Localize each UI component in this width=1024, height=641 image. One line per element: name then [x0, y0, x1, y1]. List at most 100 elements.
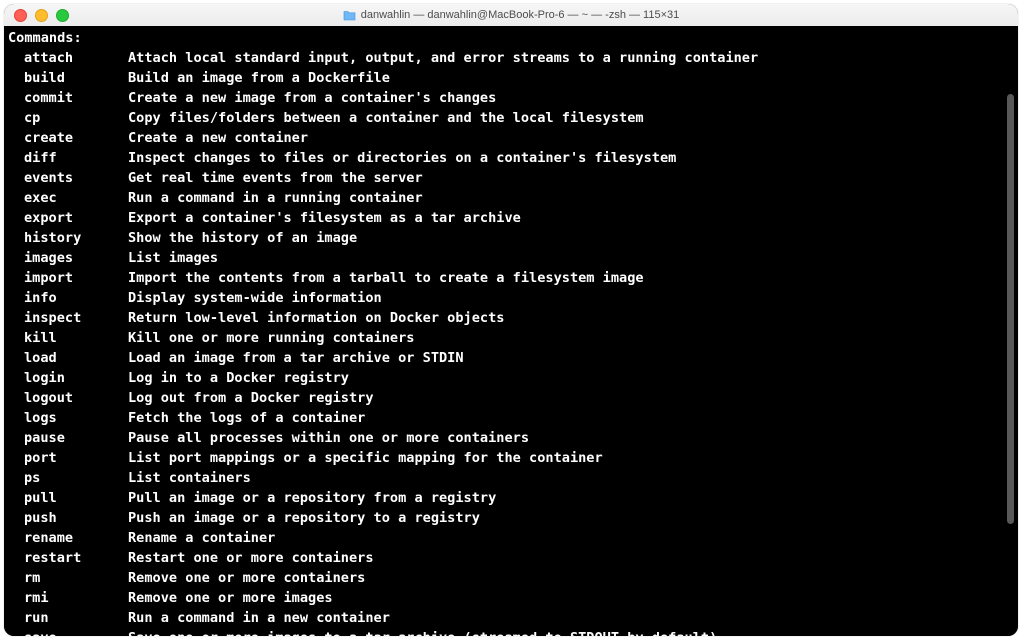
command-row: portList port mappings or a specific map… [8, 448, 1014, 468]
command-desc: List images [128, 248, 1014, 268]
command-name: restart [8, 548, 128, 568]
command-name: info [8, 288, 128, 308]
command-row: renameRename a container [8, 528, 1014, 548]
command-name: kill [8, 328, 128, 348]
window-title: danwahlin — danwahlin@MacBook-Pro-6 — ~ … [361, 9, 680, 21]
command-row: buildBuild an image from a Dockerfile [8, 68, 1014, 88]
command-name: exec [8, 188, 128, 208]
command-name: images [8, 248, 128, 268]
command-name: attach [8, 48, 128, 68]
command-row: diffInspect changes to files or director… [8, 148, 1014, 168]
command-name: pause [8, 428, 128, 448]
command-row: rmRemove one or more containers [8, 568, 1014, 588]
command-name: push [8, 508, 128, 528]
command-desc: Build an image from a Dockerfile [128, 68, 1014, 88]
command-row: killKill one or more running containers [8, 328, 1014, 348]
command-desc: Restart one or more containers [128, 548, 1014, 568]
command-name: import [8, 268, 128, 288]
command-row: eventsGet real time events from the serv… [8, 168, 1014, 188]
command-name: commit [8, 88, 128, 108]
command-row: psList containers [8, 468, 1014, 488]
command-name: rmi [8, 588, 128, 608]
terminal-window: danwahlin — danwahlin@MacBook-Pro-6 — ~ … [4, 4, 1018, 636]
command-name: export [8, 208, 128, 228]
command-row: pullPull an image or a repository from a… [8, 488, 1014, 508]
command-row: createCreate a new container [8, 128, 1014, 148]
commands-heading: Commands: [8, 28, 1014, 48]
command-row: rmiRemove one or more images [8, 588, 1014, 608]
command-desc: Run a command in a running container [128, 188, 1014, 208]
command-desc: Push an image or a repository to a regis… [128, 508, 1014, 528]
command-desc: Run a command in a new container [128, 608, 1014, 628]
command-row: loadLoad an image from a tar archive or … [8, 348, 1014, 368]
command-row: imagesList images [8, 248, 1014, 268]
command-name: port [8, 448, 128, 468]
command-desc: Pause all processes within one or more c… [128, 428, 1014, 448]
command-row: importImport the contents from a tarball… [8, 268, 1014, 288]
command-desc: Display system-wide information [128, 288, 1014, 308]
command-name: diff [8, 148, 128, 168]
command-row: logsFetch the logs of a container [8, 408, 1014, 428]
command-row: cpCopy files/folders between a container… [8, 108, 1014, 128]
titlebar[interactable]: danwahlin — danwahlin@MacBook-Pro-6 — ~ … [4, 4, 1018, 27]
command-name: build [8, 68, 128, 88]
command-desc: Log in to a Docker registry [128, 368, 1014, 388]
command-name: history [8, 228, 128, 248]
close-button[interactable] [14, 9, 27, 22]
command-name: events [8, 168, 128, 188]
command-row: pausePause all processes within one or m… [8, 428, 1014, 448]
command-desc: Get real time events from the server [128, 168, 1014, 188]
traffic-lights [4, 9, 69, 22]
command-desc: Copy files/folders between a container a… [128, 108, 1014, 128]
command-desc: Create a new container [128, 128, 1014, 148]
command-row: attachAttach local standard input, outpu… [8, 48, 1014, 68]
command-name: logout [8, 388, 128, 408]
command-name: rm [8, 568, 128, 588]
command-name: create [8, 128, 128, 148]
command-row: loginLog in to a Docker registry [8, 368, 1014, 388]
terminal-scroll[interactable]: Commands: attachAttach local standard in… [4, 26, 1018, 636]
command-row: exportExport a container's filesystem as… [8, 208, 1014, 228]
folder-icon [343, 10, 356, 21]
command-desc: Import the contents from a tarball to cr… [128, 268, 1014, 288]
command-desc: List port mappings or a specific mapping… [128, 448, 1014, 468]
command-desc: Log out from a Docker registry [128, 388, 1014, 408]
command-desc: Show the history of an image [128, 228, 1014, 248]
command-name: inspect [8, 308, 128, 328]
command-desc: Create a new image from a container's ch… [128, 88, 1014, 108]
command-name: rename [8, 528, 128, 548]
command-name: login [8, 368, 128, 388]
command-row: commitCreate a new image from a containe… [8, 88, 1014, 108]
command-desc: Load an image from a tar archive or STDI… [128, 348, 1014, 368]
command-desc: Remove one or more containers [128, 568, 1014, 588]
command-desc: Rename a container [128, 528, 1014, 548]
command-row: logoutLog out from a Docker registry [8, 388, 1014, 408]
command-desc: Remove one or more images [128, 588, 1014, 608]
command-row: runRun a command in a new container [8, 608, 1014, 628]
command-row: saveSave one or more images to a tar arc… [8, 628, 1014, 636]
command-name: run [8, 608, 128, 628]
command-desc: Export a container's filesystem as a tar… [128, 208, 1014, 228]
command-desc: Kill one or more running containers [128, 328, 1014, 348]
command-desc: Attach local standard input, output, and… [128, 48, 1014, 68]
command-name: load [8, 348, 128, 368]
command-row: execRun a command in a running container [8, 188, 1014, 208]
command-desc: Return low-level information on Docker o… [128, 308, 1014, 328]
command-desc: Inspect changes to files or directories … [128, 148, 1014, 168]
command-row: inspectReturn low-level information on D… [8, 308, 1014, 328]
titlebar-center: danwahlin — danwahlin@MacBook-Pro-6 — ~ … [4, 9, 1018, 21]
command-row: infoDisplay system-wide information [8, 288, 1014, 308]
command-name: cp [8, 108, 128, 128]
terminal-body[interactable]: Commands: attachAttach local standard in… [4, 26, 1018, 636]
command-desc: List containers [128, 468, 1014, 488]
command-row: pushPush an image or a repository to a r… [8, 508, 1014, 528]
command-row: historyShow the history of an image [8, 228, 1014, 248]
command-name: logs [8, 408, 128, 428]
command-row: restartRestart one or more containers [8, 548, 1014, 568]
zoom-button[interactable] [56, 9, 69, 22]
command-name: pull [8, 488, 128, 508]
command-desc: Save one or more images to a tar archive… [128, 628, 1014, 636]
minimize-button[interactable] [35, 9, 48, 22]
command-desc: Pull an image or a repository from a reg… [128, 488, 1014, 508]
command-name: save [8, 628, 128, 636]
